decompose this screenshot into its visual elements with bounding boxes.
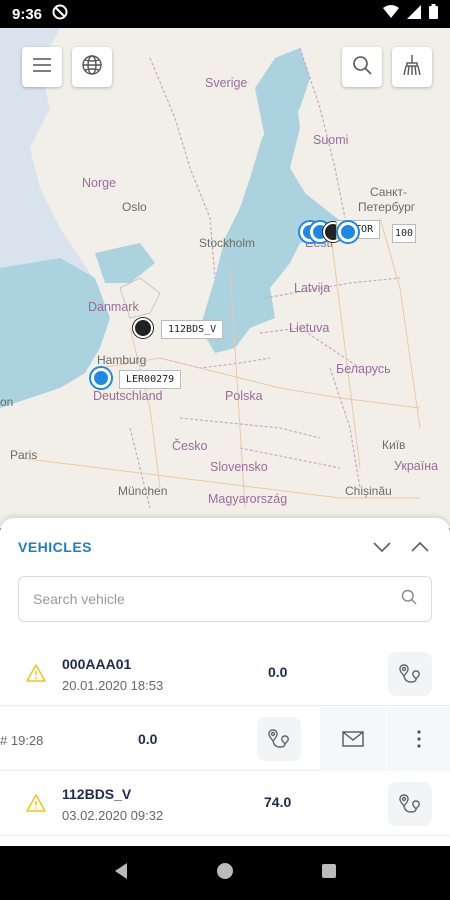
map-label-latvija: Latvija xyxy=(294,281,331,295)
route-button[interactable] xyxy=(388,782,432,826)
vehicle-date: 20.01.2020 18:53 xyxy=(62,678,164,693)
vehicle-tag-112bds[interactable]: 112BDS_V xyxy=(161,320,224,339)
back-button[interactable] xyxy=(113,862,129,885)
menu-icon xyxy=(32,57,52,78)
search-icon xyxy=(401,589,417,610)
map-label-stockholm: Stockholm xyxy=(199,236,256,250)
chevron-down-icon xyxy=(373,542,391,553)
map-label-cesko: Česko xyxy=(172,439,208,453)
recents-square-icon xyxy=(321,863,336,878)
map-label-spb-1: Санкт- xyxy=(370,185,407,199)
route-button[interactable] xyxy=(388,652,432,696)
status-bar: 9:36 xyxy=(0,0,450,28)
map-label-on: on xyxy=(0,395,14,409)
vehicles-panel-header: VEHICLES xyxy=(0,518,450,576)
map-label-chisinau: Chișinău xyxy=(345,484,392,498)
map-label-deutschland: Deutschland xyxy=(93,389,163,403)
map-label-lietuva: Lietuva xyxy=(289,321,330,335)
broom-icon xyxy=(402,54,422,81)
more-options-button[interactable] xyxy=(387,707,450,771)
map-label-magyarorszag: Magyarország xyxy=(208,492,288,506)
clean-map-button[interactable] xyxy=(392,47,432,87)
system-nav-bar xyxy=(0,846,450,900)
vehicle-date: 03.02.2020 09:32 xyxy=(62,808,164,823)
vehicle-row[interactable]: 112BDS_V 03.02.2020 09:32 74.0 xyxy=(0,772,450,836)
map-label-belarus: Беларусь xyxy=(336,362,391,376)
vehicle-search-input[interactable] xyxy=(33,591,401,607)
recents-button[interactable] xyxy=(321,863,337,884)
map-label-slovensko: Slovensko xyxy=(210,460,268,474)
map-label-sverige: Sverige xyxy=(205,76,248,90)
map-label-suomi: Suomi xyxy=(313,133,349,147)
vehicles-title: VEHICLES xyxy=(18,539,93,555)
back-triangle-icon xyxy=(115,862,128,879)
vehicle-value: 74.0 xyxy=(264,794,292,810)
map-layers-button[interactable] xyxy=(72,47,112,87)
map-label-polska: Polska xyxy=(225,389,263,403)
vehicle-row[interactable]: 000AAA01 20.01.2020 18:53 0.0 xyxy=(0,642,450,706)
map-label-munchen: München xyxy=(118,484,168,498)
vehicle-tag-100[interactable]: 100 xyxy=(392,224,417,243)
route-icon xyxy=(399,794,420,813)
vehicle-name: 000AAA01 xyxy=(62,656,132,672)
vehicle-name: 112BDS_V xyxy=(62,786,132,802)
route-button[interactable] xyxy=(257,717,301,761)
warning-icon xyxy=(26,794,46,817)
map-label-hamburg: Hamburg xyxy=(97,353,147,367)
map-background xyxy=(0,28,450,528)
vehicle-row[interactable]: # 19:28 0.0 xyxy=(0,707,450,771)
map-label-ukraina: Україна xyxy=(394,459,439,473)
more-vertical-icon xyxy=(416,730,421,748)
menu-button[interactable] xyxy=(22,47,62,87)
vehicle-value: 0.0 xyxy=(138,731,158,747)
battery-icon xyxy=(429,4,438,24)
status-time: 9:36 xyxy=(12,5,43,23)
message-button[interactable] xyxy=(320,707,386,771)
chevron-up-icon xyxy=(411,541,429,552)
expand-button[interactable] xyxy=(408,535,432,559)
search-icon xyxy=(352,55,372,80)
dnd-icon xyxy=(52,4,68,25)
vehicle-pin[interactable] xyxy=(133,318,153,338)
map-label-danmark: Danmark xyxy=(88,300,139,314)
globe-icon xyxy=(81,54,103,81)
vehicle-pin[interactable] xyxy=(91,368,111,388)
collapse-button[interactable] xyxy=(370,535,394,559)
map-label-oslo: Oslo xyxy=(122,200,147,214)
map-search-button[interactable] xyxy=(342,47,382,87)
warning-icon xyxy=(26,664,46,687)
home-circle-icon xyxy=(216,862,233,879)
map-label-spb-2: Петербург xyxy=(358,200,416,214)
wifi-icon xyxy=(383,4,399,24)
route-icon xyxy=(268,729,289,748)
map-label-norge: Norge xyxy=(82,176,117,190)
vehicle-search-box[interactable] xyxy=(18,576,432,622)
home-button[interactable] xyxy=(216,862,234,885)
map-label-kyiv: Київ xyxy=(382,438,406,452)
vehicle-time-fragment: # 19:28 xyxy=(0,733,44,748)
route-icon xyxy=(399,664,420,683)
vehicles-panel: VEHICLES 000AAA01 20.01.2020 18:53 0.0 #… xyxy=(0,518,450,846)
map-label-paris: Paris xyxy=(10,448,38,462)
map-view[interactable]: Sverige Suomi Norge Oslo Stockholm Санкт… xyxy=(0,28,450,528)
vehicle-pin[interactable] xyxy=(338,222,358,242)
vehicle-tag-ler[interactable]: LER00279 xyxy=(119,370,182,389)
signal-icon xyxy=(407,4,421,24)
mail-icon xyxy=(342,731,364,747)
vehicle-value: 0.0 xyxy=(268,664,288,680)
